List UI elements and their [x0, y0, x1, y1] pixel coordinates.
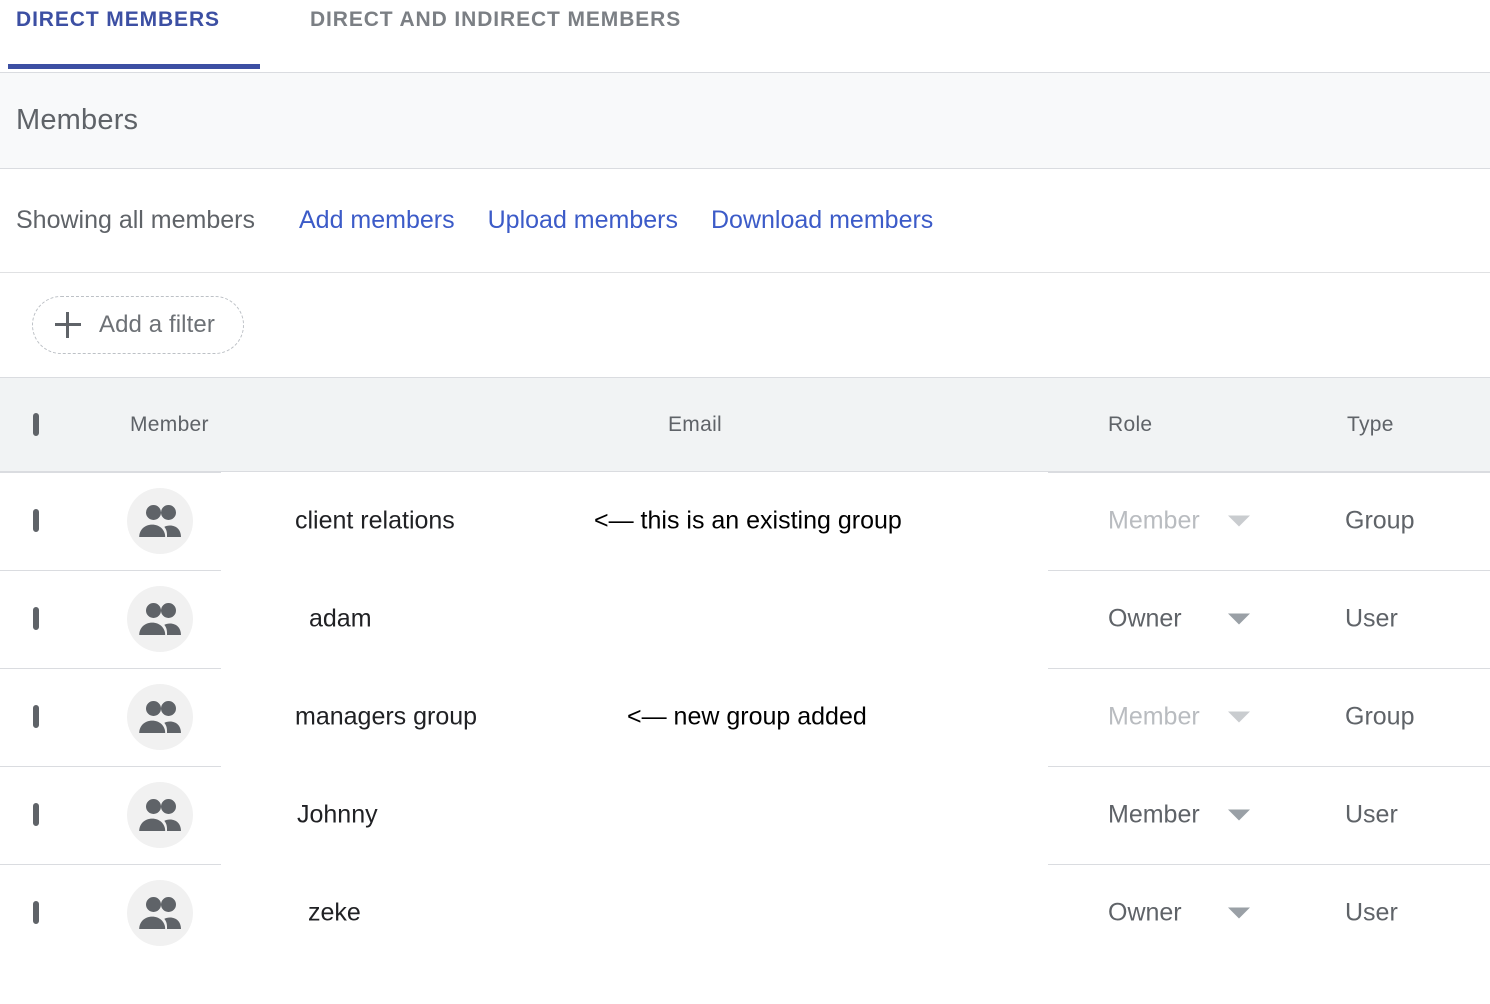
- type-value: Group: [1345, 702, 1415, 731]
- row-divider-left: [0, 472, 221, 473]
- tab-direct-members-label: DIRECT MEMBERS: [16, 8, 220, 31]
- add-members-link[interactable]: Add members: [299, 206, 455, 235]
- download-members-link[interactable]: Download members: [711, 206, 933, 235]
- plus-icon: [55, 312, 81, 338]
- row-divider-right: [1048, 472, 1490, 473]
- role-value[interactable]: Member: [1108, 801, 1200, 830]
- row-select-checkbox-wrap[interactable]: [33, 901, 39, 924]
- row-select-checkbox[interactable]: [33, 509, 39, 532]
- row-divider-right: [1048, 668, 1490, 669]
- add-a-filter-chip[interactable]: Add a filter: [32, 296, 244, 354]
- row-select-checkbox-wrap[interactable]: [33, 705, 39, 728]
- tab-strip: DIRECT MEMBERS DIRECT AND INDIRECT MEMBE…: [0, 0, 1490, 72]
- member-name: zeke: [308, 898, 361, 927]
- group-avatar-icon: [127, 586, 193, 652]
- member-name: adam: [309, 604, 372, 633]
- row-divider-left: [0, 766, 221, 767]
- type-value: User: [1345, 800, 1398, 829]
- chevron-down-icon[interactable]: [1228, 907, 1250, 919]
- type-value: User: [1345, 604, 1398, 633]
- column-header-type: Type: [1347, 412, 1394, 436]
- members-action-bar: Showing all members Add members Upload m…: [0, 169, 1490, 273]
- tab-direct-and-indirect-members[interactable]: DIRECT AND INDIRECT MEMBERS: [286, 0, 705, 72]
- members-table: Member Email Role Type client relations …: [0, 377, 1490, 962]
- table-header-row: Member Email Role Type: [0, 377, 1490, 472]
- role-value[interactable]: Member: [1108, 703, 1200, 732]
- row-select-checkbox[interactable]: [33, 607, 39, 630]
- row-select-checkbox[interactable]: [33, 803, 39, 826]
- members-section-header: Members: [0, 72, 1490, 169]
- annotation-note: <— this is an existing group: [594, 506, 902, 535]
- upload-members-link[interactable]: Upload members: [488, 206, 678, 235]
- type-value: Group: [1345, 506, 1415, 535]
- row-divider-right: [1048, 570, 1490, 571]
- row-divider-left: [0, 864, 221, 865]
- row-select-checkbox-wrap[interactable]: [33, 509, 39, 532]
- column-header-role: Role: [1108, 412, 1153, 436]
- annotation-note: <— new group added: [627, 702, 867, 731]
- row-select-checkbox-wrap[interactable]: [33, 607, 39, 630]
- select-all-checkbox-wrap[interactable]: [33, 412, 39, 436]
- group-avatar-icon: [127, 880, 193, 946]
- row-divider-left: [0, 668, 221, 669]
- table-row[interactable]: adam Owner User: [0, 570, 1490, 668]
- table-row[interactable]: Johnny Member User: [0, 766, 1490, 864]
- table-row[interactable]: zeke Owner User: [0, 864, 1490, 962]
- type-value: User: [1345, 898, 1398, 927]
- tab-direct-and-indirect-members-label: DIRECT AND INDIRECT MEMBERS: [309, 8, 682, 31]
- page-title: Members: [16, 104, 139, 136]
- role-value[interactable]: Member: [1108, 507, 1200, 536]
- group-avatar-icon: [127, 488, 193, 554]
- column-header-email: Email: [668, 412, 723, 436]
- showing-all-members-label: Showing all members: [16, 206, 255, 234]
- add-a-filter-label: Add a filter: [99, 311, 215, 338]
- select-all-checkbox[interactable]: [33, 412, 39, 436]
- row-divider-right: [1048, 864, 1490, 865]
- member-name: managers group: [295, 702, 478, 731]
- table-row[interactable]: client relations <— this is an existing …: [0, 472, 1490, 570]
- chevron-down-icon[interactable]: [1228, 809, 1250, 821]
- row-select-checkbox[interactable]: [33, 901, 39, 924]
- table-row[interactable]: managers group <— new group added Member…: [0, 668, 1490, 766]
- group-avatar-icon: [127, 782, 193, 848]
- chevron-down-icon[interactable]: [1228, 613, 1250, 625]
- member-name: client relations: [295, 506, 455, 535]
- role-value[interactable]: Owner: [1108, 605, 1182, 634]
- column-header-member: Member: [130, 412, 209, 436]
- row-divider-left: [0, 570, 221, 571]
- chevron-down-icon[interactable]: [1228, 515, 1250, 527]
- table-body: client relations <— this is an existing …: [0, 472, 1490, 962]
- role-value[interactable]: Owner: [1108, 899, 1182, 928]
- row-select-checkbox[interactable]: [33, 705, 39, 728]
- active-tab-indicator: [8, 64, 260, 69]
- filter-bar: Add a filter: [0, 273, 1490, 377]
- tab-direct-members[interactable]: DIRECT MEMBERS: [8, 0, 228, 72]
- member-name: Johnny: [297, 800, 378, 829]
- chevron-down-icon[interactable]: [1228, 711, 1250, 723]
- row-select-checkbox-wrap[interactable]: [33, 803, 39, 826]
- group-avatar-icon: [127, 684, 193, 750]
- row-divider-right: [1048, 766, 1490, 767]
